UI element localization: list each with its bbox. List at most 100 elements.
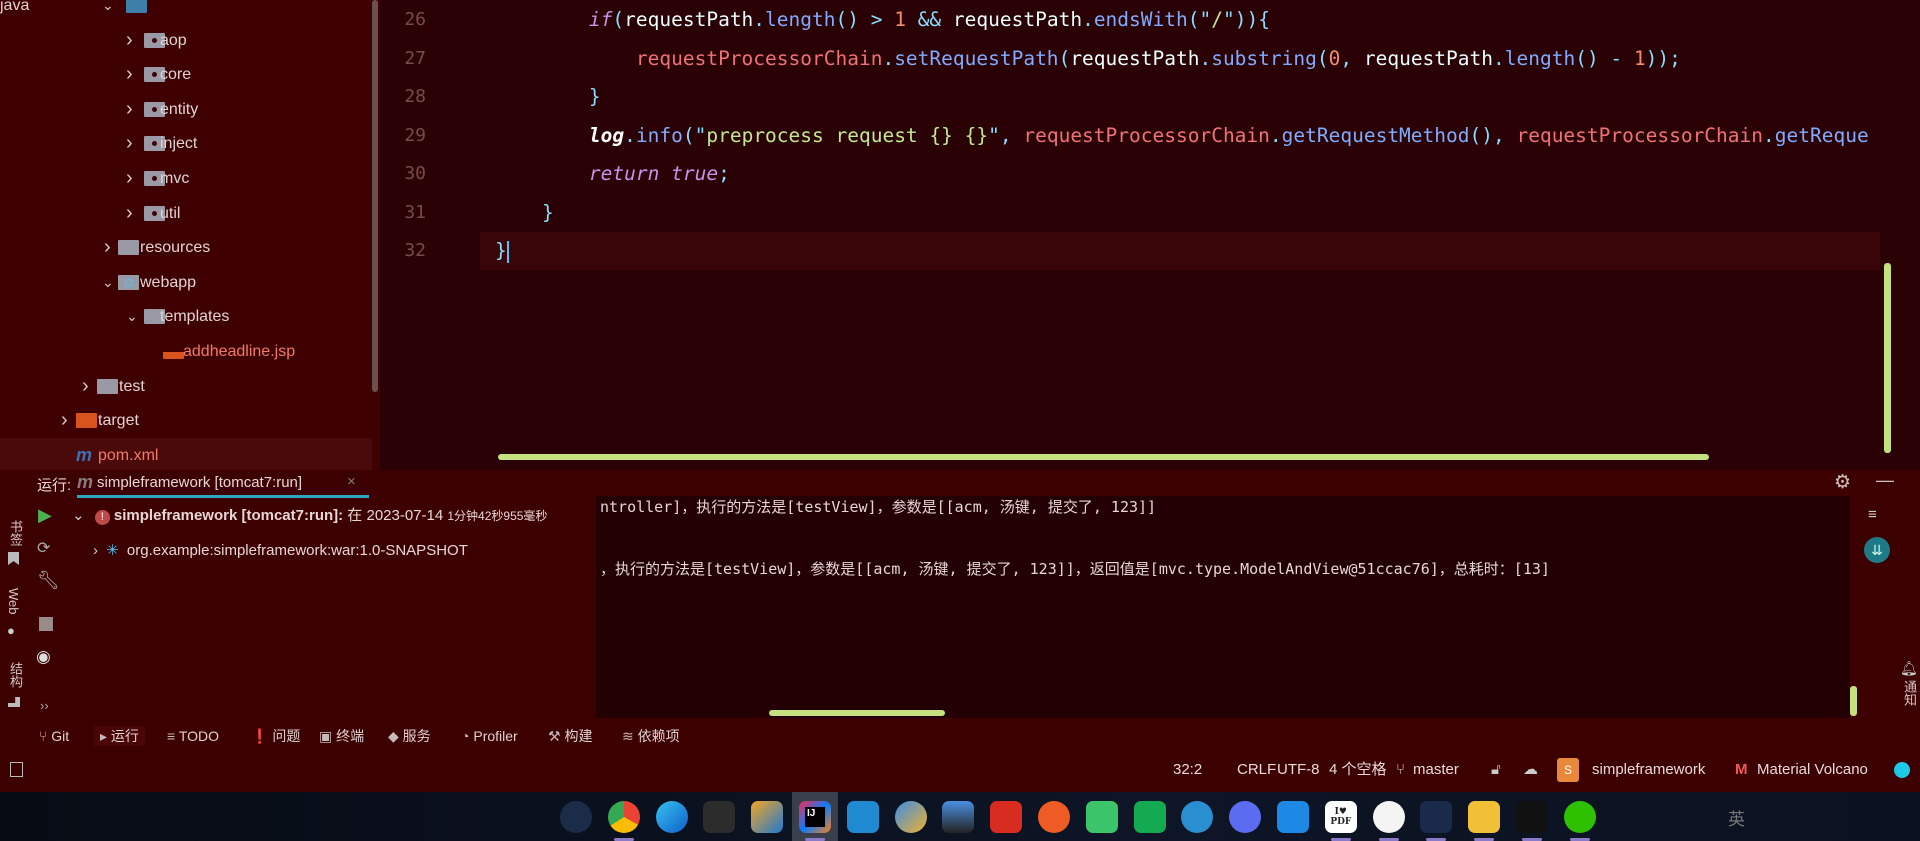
- chevron-right-icon[interactable]: ›: [61, 403, 68, 438]
- tool-window-hammer[interactable]: ⚒ 构建: [548, 726, 592, 746]
- tree-item-target[interactable]: › target: [0, 403, 372, 438]
- settings-gear-icon[interactable]: ⚙: [1834, 471, 1851, 494]
- tree-item-addheadline-jsp[interactable]: addheadline.jsp: [0, 334, 372, 369]
- run-tab[interactable]: m simpleframework [tomcat7:run] ×: [77, 470, 369, 498]
- editor-vertical-scrollbar[interactable]: [1884, 263, 1891, 453]
- tree-item-webapp[interactable]: ⌄ webapp: [0, 265, 372, 300]
- taskbar-green-bird-app-icon[interactable]: [1085, 801, 1118, 833]
- unlock-icon[interactable]: 🔓︎: [1491, 760, 1501, 780]
- rerun-failed-icon[interactable]: ⟳: [37, 538, 50, 558]
- tree-item-entity[interactable]: › entity: [0, 92, 372, 127]
- console-vertical-scrollbar[interactable]: [1850, 686, 1857, 716]
- ime-indicator[interactable]: 英: [1728, 805, 1745, 830]
- taskbar-file-explorer-icon[interactable]: [1468, 801, 1501, 833]
- indent-setting[interactable]: 4 个空格: [1329, 760, 1387, 780]
- tree-item-aop[interactable]: › aop: [0, 23, 372, 58]
- chevron-right-icon[interactable]: ›: [126, 126, 133, 161]
- close-tab-icon[interactable]: ×: [347, 473, 356, 490]
- taskbar-intellij-idea-icon[interactable]: IJ: [799, 801, 831, 833]
- file-encoding[interactable]: UTF-8: [1277, 760, 1320, 780]
- scroll-to-end-icon[interactable]: ⇊: [1864, 537, 1890, 563]
- chevron-down-icon[interactable]: ⌄: [102, 0, 114, 23]
- wrench-icon[interactable]: 🔧︎: [37, 570, 60, 591]
- code-token: .: [624, 123, 636, 147]
- soft-wrap-icon[interactable]: ≡: [1868, 506, 1877, 523]
- problems-icon: ❗: [251, 728, 273, 744]
- taskbar-b-app-icon[interactable]: [1181, 801, 1214, 833]
- cursor-position[interactable]: 32:2: [1173, 760, 1202, 780]
- taskbar-terminal-icon[interactable]: [703, 801, 736, 833]
- web-tab[interactable]: Web: [6, 588, 21, 615]
- console-output[interactable]: ntroller]，执行的方法是[testView]，参数是[[acm, 汤键,…: [596, 496, 1850, 718]
- status-indicator-icon[interactable]: [1894, 762, 1910, 778]
- project-name[interactable]: simpleframework: [1592, 760, 1705, 780]
- tree-item-test[interactable]: › test: [0, 369, 372, 404]
- taskbar-steam-icon[interactable]: [560, 801, 592, 833]
- tree-item-resources[interactable]: › resources: [0, 230, 372, 265]
- tree-item-templates[interactable]: ⌄ templates: [0, 299, 372, 334]
- chevron-right-icon[interactable]: ›: [126, 92, 133, 127]
- taskbar-navicat-icon[interactable]: [894, 801, 927, 833]
- tool-window-profiler[interactable]: ◔ Profiler: [461, 726, 518, 746]
- rerun-icon[interactable]: ▶: [38, 505, 52, 526]
- run-tree-child[interactable]: › ✳ org.example:simpleframework:war:1.0-…: [93, 541, 468, 559]
- chevron-right-icon[interactable]: ›: [126, 57, 133, 92]
- tool-window-services[interactable]: ◆ 服务: [388, 726, 431, 746]
- tool-window-run[interactable]: ▸ 运行: [94, 726, 145, 746]
- taskbar-ilovepdf-icon[interactable]: I♥ PDF: [1324, 801, 1357, 833]
- stop-icon[interactable]: [39, 617, 53, 631]
- console-horizontal-scrollbar[interactable]: [769, 710, 945, 716]
- editor-horizontal-scrollbar[interactable]: [498, 454, 1709, 460]
- layout-toggle-icon[interactable]: [10, 762, 23, 777]
- tool-window-layers[interactable]: ≋ 依赖项: [622, 726, 680, 746]
- taskbar-blue-bird-app-icon[interactable]: [1277, 801, 1309, 833]
- chevron-right-icon[interactable]: ›: [126, 196, 133, 231]
- taskbar-edge-icon[interactable]: [655, 801, 688, 833]
- tree-item-pom-xml[interactable]: m pom.xml: [0, 437, 372, 470]
- taskbar-postman-icon[interactable]: [1038, 801, 1070, 833]
- taskbar-black-app-icon[interactable]: [1516, 801, 1548, 833]
- eye-icon[interactable]: ◉: [36, 647, 51, 667]
- taskbar-redis-icon[interactable]: [990, 801, 1023, 833]
- tool-window-list[interactable]: ≡ TODO: [167, 726, 219, 746]
- more-icon[interactable]: ››: [40, 698, 49, 713]
- notifications-tab[interactable]: 通知: [1900, 680, 1919, 706]
- git-branch[interactable]: master: [1413, 760, 1459, 780]
- tree-item-mvc[interactable]: › mvc: [0, 161, 372, 196]
- minimize-icon[interactable]: —: [1876, 470, 1894, 491]
- bookmarks-tab[interactable]: 书签: [6, 520, 25, 546]
- taskbar-chrome-icon[interactable]: [607, 801, 640, 833]
- structure-tab[interactable]: 结构: [6, 662, 25, 688]
- tree-item-inject[interactable]: › inject: [0, 126, 372, 161]
- tool-window-git-branch[interactable]: ⑂ Git: [39, 726, 69, 746]
- taskbar-cat-app-icon[interactable]: [1420, 801, 1453, 833]
- code-line: log.info("preprocess request {} {}", req…: [495, 117, 1869, 155]
- taskbar-wechat-icon[interactable]: [1563, 801, 1596, 833]
- run-tree-root[interactable]: ⌄ ! simpleframework [tomcat7:run]: 在 202…: [72, 504, 547, 525]
- taskbar-mongodb-compass-icon[interactable]: [1133, 801, 1166, 833]
- theme-name[interactable]: Material Volcano: [1757, 760, 1868, 780]
- tree-item-core[interactable]: › core: [0, 57, 372, 92]
- tree-item-label: webapp: [140, 273, 197, 291]
- code-editor[interactable]: 26 if(requestPath.length() > 1 && reques…: [380, 0, 1920, 470]
- taskbar-circle-app-icon[interactable]: [1229, 801, 1262, 833]
- chevron-down-icon[interactable]: ⌄: [102, 265, 114, 300]
- project-tree-scrollbar[interactable]: [372, 0, 378, 392]
- line-separator[interactable]: CRLF: [1237, 760, 1276, 780]
- tree-item-util[interactable]: › util: [0, 196, 372, 231]
- taskbar-vscode-icon[interactable]: [846, 801, 879, 833]
- chevron-right-icon[interactable]: ›: [82, 369, 89, 404]
- code-line: }: [495, 194, 554, 232]
- chevron-down-icon[interactable]: ⌄: [126, 299, 138, 334]
- tree-item-java[interactable]: ⌄ java: [0, 0, 372, 23]
- chevron-right-icon[interactable]: ›: [104, 230, 111, 265]
- taskbar-app-orange-blue-icon[interactable]: [751, 801, 784, 833]
- chevron-right-icon[interactable]: ›: [126, 23, 133, 58]
- taskbar-dots-app-icon[interactable]: [1372, 801, 1405, 833]
- taskbar-remote-desktop-icon[interactable]: [942, 801, 975, 833]
- cloud-settings-icon[interactable]: ☁: [1523, 760, 1538, 780]
- tool-window-terminal[interactable]: ▣ 终端: [319, 726, 364, 746]
- tool-window-problems[interactable]: ❗ 问题: [251, 726, 300, 746]
- chevron-right-icon[interactable]: ›: [126, 161, 133, 196]
- tree-item-label: java: [0, 0, 30, 14]
